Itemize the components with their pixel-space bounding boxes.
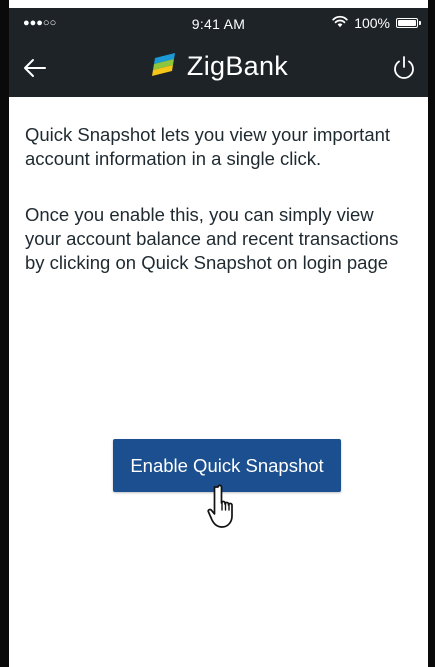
bezel-top [0,0,435,8]
status-right-group: 100% [332,15,421,31]
brand: ZigBank [9,50,428,83]
main-content: Quick Snapshot lets you view your import… [9,97,428,667]
device-bezel-left [0,0,9,667]
status-bar: ●●●○○ 9:41 AM 100% [9,8,428,40]
power-icon [394,56,414,79]
top-navigation-bar: ZigBank [9,40,428,97]
wifi-icon [332,15,348,31]
device-bezel-right [428,0,435,667]
intro-text: Quick Snapshot lets you view your import… [25,124,391,169]
battery-tip [419,21,421,25]
hand-pointer-icon [205,483,241,531]
app-screen: ●●●○○ 9:41 AM 100% ZigBank Quick Snapsho… [0,0,435,667]
logout-button[interactable] [388,52,420,84]
battery-percent: 100% [354,15,390,31]
zigbank-logo-icon [149,50,181,83]
detail-text: Once you enable this, you can simply vie… [25,204,399,273]
battery-fill [398,20,416,26]
brand-name: ZigBank [186,51,289,81]
battery-icon [396,18,421,28]
